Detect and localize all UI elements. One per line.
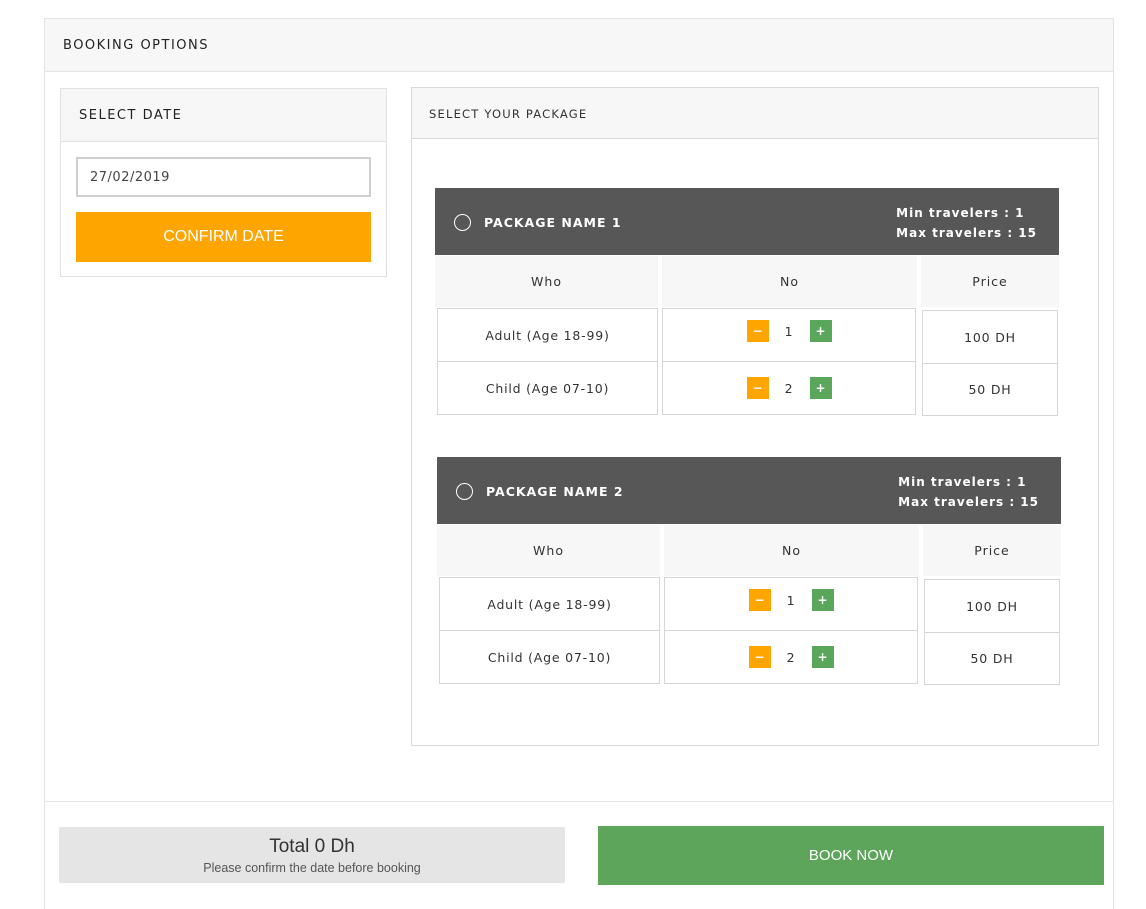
price-cell: 100 DH (922, 310, 1058, 364)
quantity-stepper: − 2 + (746, 377, 832, 399)
increment-button[interactable]: + (811, 589, 834, 611)
total-note: Please confirm the date before booking (203, 861, 421, 875)
max-travelers-1: Max travelers : 15 (896, 226, 1037, 240)
min-travelers-2: Min travelers : 1 (898, 475, 1027, 489)
increment-button[interactable]: + (811, 646, 834, 668)
total-summary: Total 0 Dh Please confirm the date befor… (59, 827, 565, 883)
quantity-value: 2 (786, 649, 796, 665)
column-header-no: No (664, 525, 919, 576)
total-amount: Total 0 Dh (269, 836, 355, 857)
package-radio-2[interactable] (456, 483, 473, 500)
price-cell: 100 DH (924, 579, 1060, 633)
booking-options-panel: BOOKING OPTIONS SELECT DATE CONFIRM DATE… (44, 18, 1114, 909)
column-header-who: Who (437, 525, 660, 576)
price-cell: 50 DH (922, 363, 1058, 416)
decrement-button[interactable]: − (746, 377, 769, 399)
quantity-stepper: − 1 + (746, 320, 832, 342)
who-cell: Adult (Age 18-99) (437, 308, 658, 362)
quantity-cell: − 2 + (664, 630, 918, 684)
increment-button[interactable]: + (809, 377, 832, 399)
decrement-button[interactable]: − (748, 589, 771, 611)
date-input[interactable] (76, 157, 371, 197)
package-limits-2: Min travelers : 1 Max travelers : 15 (898, 472, 1039, 512)
quantity-stepper: − 1 + (748, 589, 834, 611)
package-header-1: PACKAGE NAME 1 Min travelers : 1 Max tra… (435, 188, 1059, 255)
price-cell: 50 DH (924, 632, 1060, 685)
column-header-no: No (662, 256, 917, 307)
package-radio-1[interactable] (454, 214, 471, 231)
select-package-title: SELECT YOUR PACKAGE (429, 107, 588, 121)
who-cell: Adult (Age 18-99) (439, 577, 660, 631)
select-date-panel: SELECT DATE CONFIRM DATE (60, 88, 387, 277)
decrement-button[interactable]: − (746, 320, 769, 342)
select-package-panel: SELECT YOUR PACKAGE PACKAGE NAME 1 Min t… (411, 87, 1099, 746)
confirm-date-button[interactable]: CONFIRM DATE (76, 212, 371, 262)
who-cell: Child (Age 07-10) (439, 630, 660, 684)
booking-options-header: BOOKING OPTIONS (45, 19, 1113, 72)
quantity-cell: − 1 + (664, 577, 918, 631)
column-header-price: Price (921, 256, 1059, 307)
column-header-price: Price (923, 525, 1061, 576)
package-limits-1: Min travelers : 1 Max travelers : 15 (896, 203, 1037, 243)
min-travelers-1: Min travelers : 1 (896, 206, 1025, 220)
quantity-value: 1 (786, 592, 796, 608)
package-card-1: PACKAGE NAME 1 Min travelers : 1 Max tra… (435, 188, 1059, 416)
booking-footer: Total 0 Dh Please confirm the date befor… (44, 801, 1114, 909)
column-header-who: Who (435, 256, 658, 307)
max-travelers-2: Max travelers : 15 (898, 495, 1039, 509)
package-header-2: PACKAGE NAME 2 Min travelers : 1 Max tra… (437, 457, 1061, 524)
decrement-button[interactable]: − (748, 646, 771, 668)
package-card-2: PACKAGE NAME 2 Min travelers : 1 Max tra… (437, 457, 1061, 685)
quantity-value: 1 (784, 323, 794, 339)
booking-options-title: BOOKING OPTIONS (63, 38, 209, 53)
package-name-1: PACKAGE NAME 1 (484, 215, 622, 230)
select-date-header: SELECT DATE (61, 89, 386, 142)
quantity-value: 2 (784, 380, 794, 396)
quantity-cell: − 2 + (662, 361, 916, 415)
select-date-title: SELECT DATE (79, 108, 183, 123)
quantity-cell: − 1 + (662, 308, 916, 362)
package-name-2: PACKAGE NAME 2 (486, 484, 624, 499)
who-cell: Child (Age 07-10) (437, 361, 658, 415)
select-package-header: SELECT YOUR PACKAGE (412, 88, 1098, 139)
quantity-stepper: − 2 + (748, 646, 834, 668)
increment-button[interactable]: + (809, 320, 832, 342)
book-now-button[interactable]: BOOK NOW (598, 826, 1104, 885)
